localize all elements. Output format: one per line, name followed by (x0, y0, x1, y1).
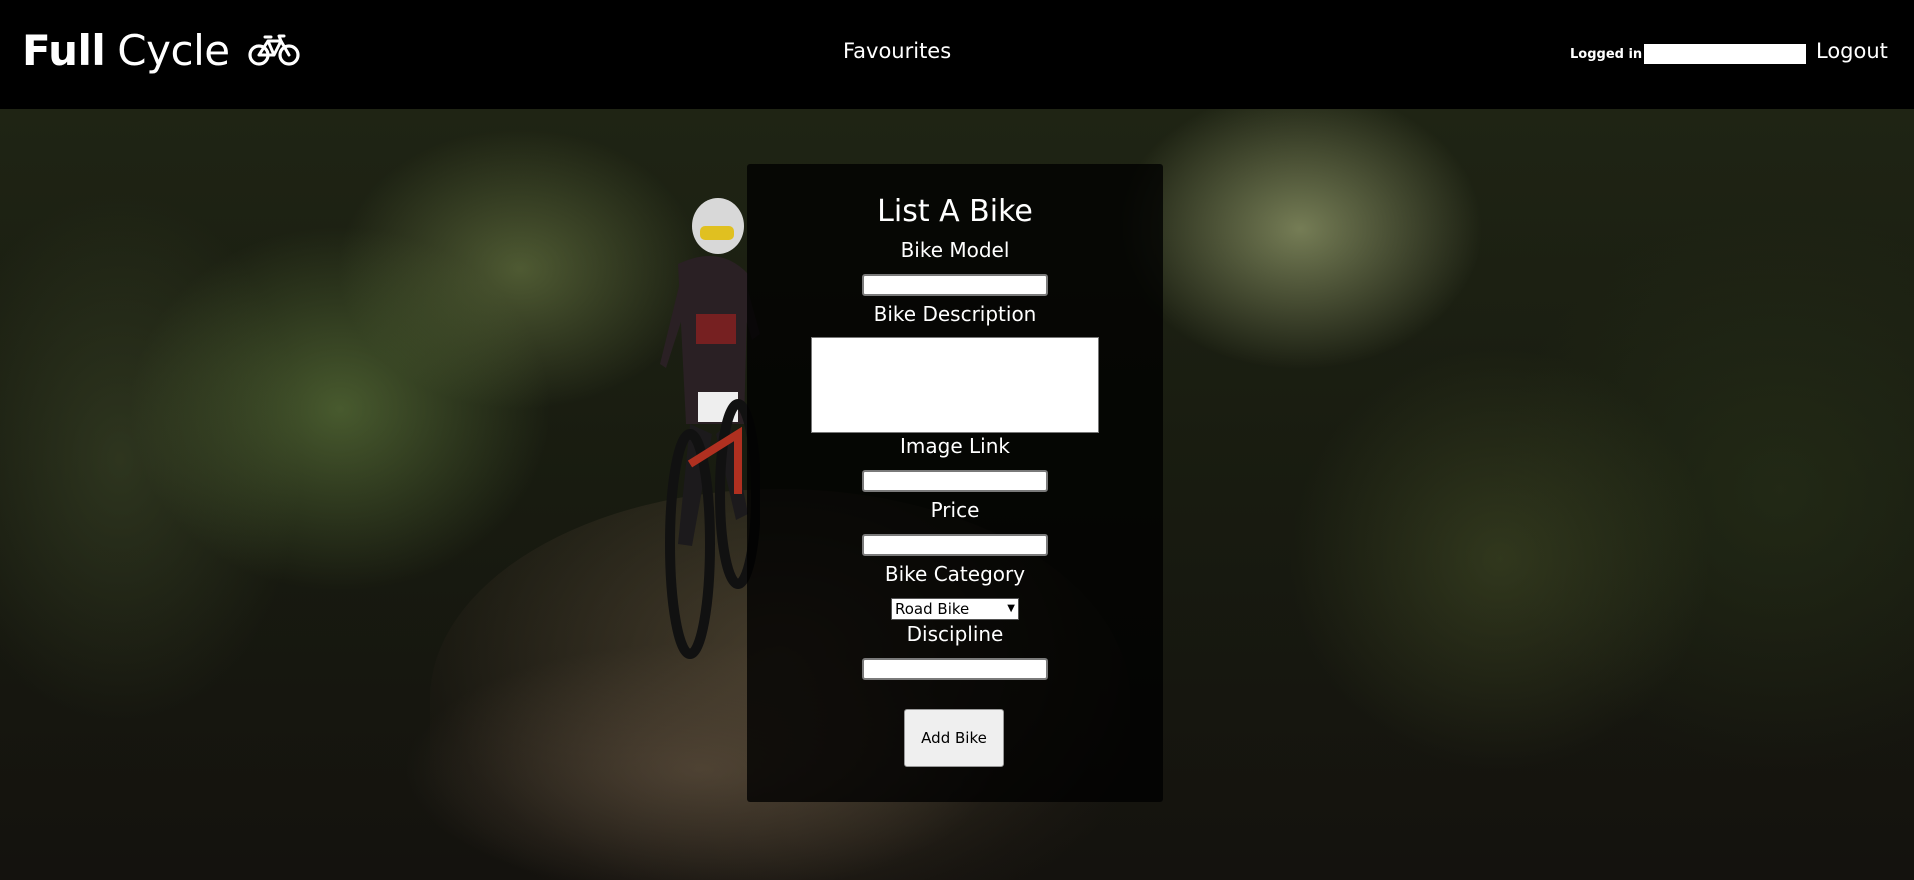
favourites-link[interactable]: Favourites (843, 39, 951, 63)
discipline-label: Discipline (906, 622, 1004, 646)
bike-category-label: Bike Category (884, 562, 1026, 586)
brand-name-light: Cycle (117, 25, 230, 75)
login-status: Logged in (1570, 44, 1807, 64)
mountain-biker-image (660, 198, 760, 659)
page: Full Cycle Favourites Logged in Logout L… (0, 0, 1914, 880)
bike-description-label: Bike Description (873, 302, 1037, 326)
logged-in-label: Logged in (1570, 46, 1643, 62)
list-bike-form: List A Bike Bike Model Bike Description … (747, 164, 1163, 802)
brand-name-bold: Full (22, 25, 106, 75)
image-link-input[interactable] (862, 470, 1048, 492)
add-bike-button[interactable]: Add Bike (904, 709, 1004, 767)
logged-in-user (1644, 44, 1807, 64)
form-title: List A Bike (877, 194, 1033, 229)
navbar: Full Cycle Favourites Logged in Logout (0, 0, 1914, 109)
price-input[interactable] (862, 534, 1048, 556)
chevron-down-icon: ▼ (1007, 603, 1015, 614)
logout-link[interactable]: Logout (1816, 39, 1888, 63)
image-link-label: Image Link (900, 434, 1010, 458)
brand-logo-link[interactable]: Full Cycle (22, 22, 300, 78)
bicycle-icon (247, 34, 300, 66)
bike-description-textarea[interactable] (811, 337, 1099, 433)
bike-category-selected-value: Road Bike (895, 600, 970, 618)
bike-model-input[interactable] (862, 274, 1048, 296)
price-label: Price (930, 498, 980, 522)
discipline-input[interactable] (862, 658, 1048, 680)
bike-model-label: Bike Model (900, 238, 1010, 262)
bike-category-select[interactable]: Road Bike ▼ (891, 598, 1019, 620)
